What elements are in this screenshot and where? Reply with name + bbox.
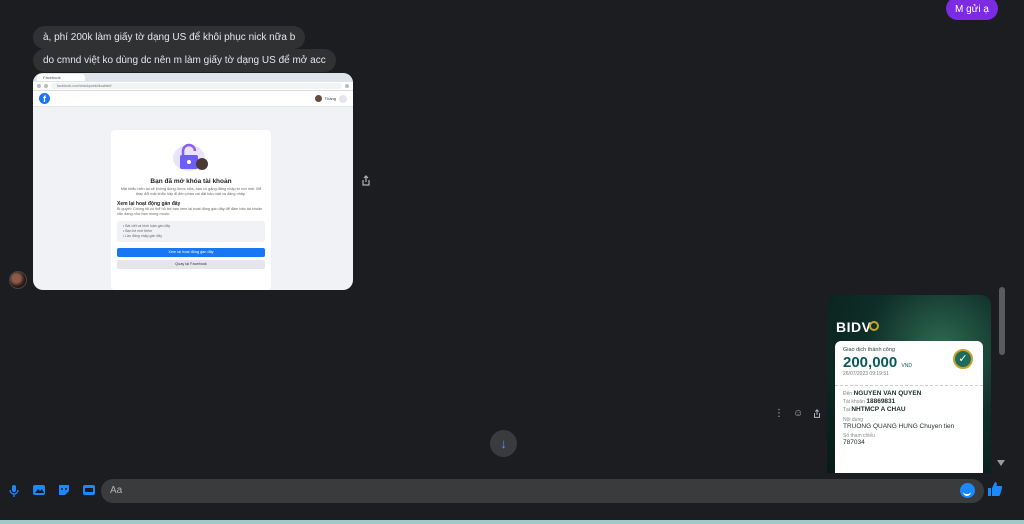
amount-value: 200,000 <box>843 354 898 371</box>
receipt-image-attachment[interactable]: BIDV Giao dịch thành công 200,000 VND 26… <box>827 295 991 473</box>
gif-icon[interactable] <box>81 484 97 498</box>
image-icon[interactable] <box>31 484 47 498</box>
card-title: Bạn đã mở khóa tài khoản <box>150 178 232 185</box>
like-icon[interactable] <box>986 481 1004 499</box>
scrollbar-thumb[interactable] <box>999 287 1005 355</box>
browser-tab: Facebook <box>37 74 85 81</box>
user-name: Thang <box>324 96 336 101</box>
chat-area: M gửi ạ à, phí 200k làm giấy tờ dạng US … <box>0 0 1024 476</box>
section-text: Bị quyết: Chúng tôi có thể hỗ trợ bạn xe… <box>117 207 263 216</box>
account-row: Tài khoản 18869831 <box>843 398 896 405</box>
bank-logo-icon <box>869 321 879 331</box>
url-field: facebook.com/checkpoint/disabled/ <box>51 83 342 89</box>
forward-icon <box>44 84 48 88</box>
share-icon[interactable] <box>812 409 822 419</box>
incoming-message[interactable]: à, phí 200k làm giấy tờ dạng US để khôi … <box>33 26 306 49</box>
outgoing-message[interactable]: M gửi ạ <box>946 0 998 20</box>
transaction-datetime: 26/07/2023 09:19:51 <box>843 371 889 377</box>
incoming-message[interactable]: do cmnd việt ko dùng dc nên m làm giấy t… <box>33 49 336 72</box>
more-icon[interactable]: ⋮ <box>774 409 784 419</box>
menu-icon <box>339 94 347 103</box>
react-icon[interactable]: ☺ <box>793 409 803 419</box>
mic-icon[interactable] <box>6 484 22 498</box>
list-item: • Lần đăng nhập gần đây <box>123 234 162 238</box>
fb-user: Thang <box>314 94 347 103</box>
composer-actions <box>6 484 97 498</box>
review-activity-button: Xem lại hoạt động gần đây <box>117 248 265 257</box>
browser-tabs: Facebook <box>33 73 353 82</box>
receipt-card: Giao dịch thành công 200,000 VND 26/07/2… <box>835 341 983 473</box>
emoji-icon[interactable] <box>960 483 975 498</box>
avatar <box>314 95 322 102</box>
message-text: M gửi ạ <box>955 4 989 15</box>
sender-avatar[interactable] <box>9 271 27 289</box>
message-input[interactable]: Aa <box>101 479 984 503</box>
image-attachment[interactable]: Facebook facebook.com/checkpoint/disable… <box>33 73 353 290</box>
bank-logo: BIDV <box>836 319 872 335</box>
activity-list: • Bài viết và bình luận gần đây • Bạn bè… <box>117 221 265 242</box>
facebook-topbar: f Thang <box>33 91 353 107</box>
back-to-facebook-button: Quay lại Facebook <box>117 260 265 269</box>
divider <box>835 385 983 386</box>
message-text: do cmnd việt ko dùng dc nên m làm giấy t… <box>43 55 326 66</box>
card-text: Mật khẩu hiện tại sẽ không dùng được nữa… <box>120 187 262 196</box>
reference-value: 787034 <box>843 439 865 446</box>
sticker-icon[interactable] <box>56 484 72 498</box>
facebook-logo-icon: f <box>39 93 50 104</box>
jump-to-latest-button[interactable]: ↓ <box>490 430 517 457</box>
unlock-illustration-icon <box>171 140 211 174</box>
bank-row: Tại NHTMCP A CHAU <box>843 406 906 413</box>
scroll-down-icon[interactable] <box>997 460 1005 466</box>
address-bar: facebook.com/checkpoint/disabled/ <box>33 82 353 91</box>
message-actions: ⋮ ☺ <box>774 409 822 419</box>
unlock-card: Bạn đã mở khóa tài khoản Mật khẩu hiện t… <box>111 130 271 290</box>
content-value: TRUONG QUANG HUNG Chuyen tien <box>843 423 955 430</box>
success-check-icon: ✓ <box>953 349 973 369</box>
menu-icon <box>345 84 349 88</box>
currency: VND <box>901 363 912 369</box>
share-icon[interactable] <box>360 174 372 186</box>
back-icon <box>37 84 41 88</box>
window-border <box>0 520 1024 524</box>
message-text: à, phí 200k làm giấy tờ dạng US để khôi … <box>43 32 296 43</box>
recipient-row: Đến NGUYEN VAN QUYEN <box>843 390 922 397</box>
